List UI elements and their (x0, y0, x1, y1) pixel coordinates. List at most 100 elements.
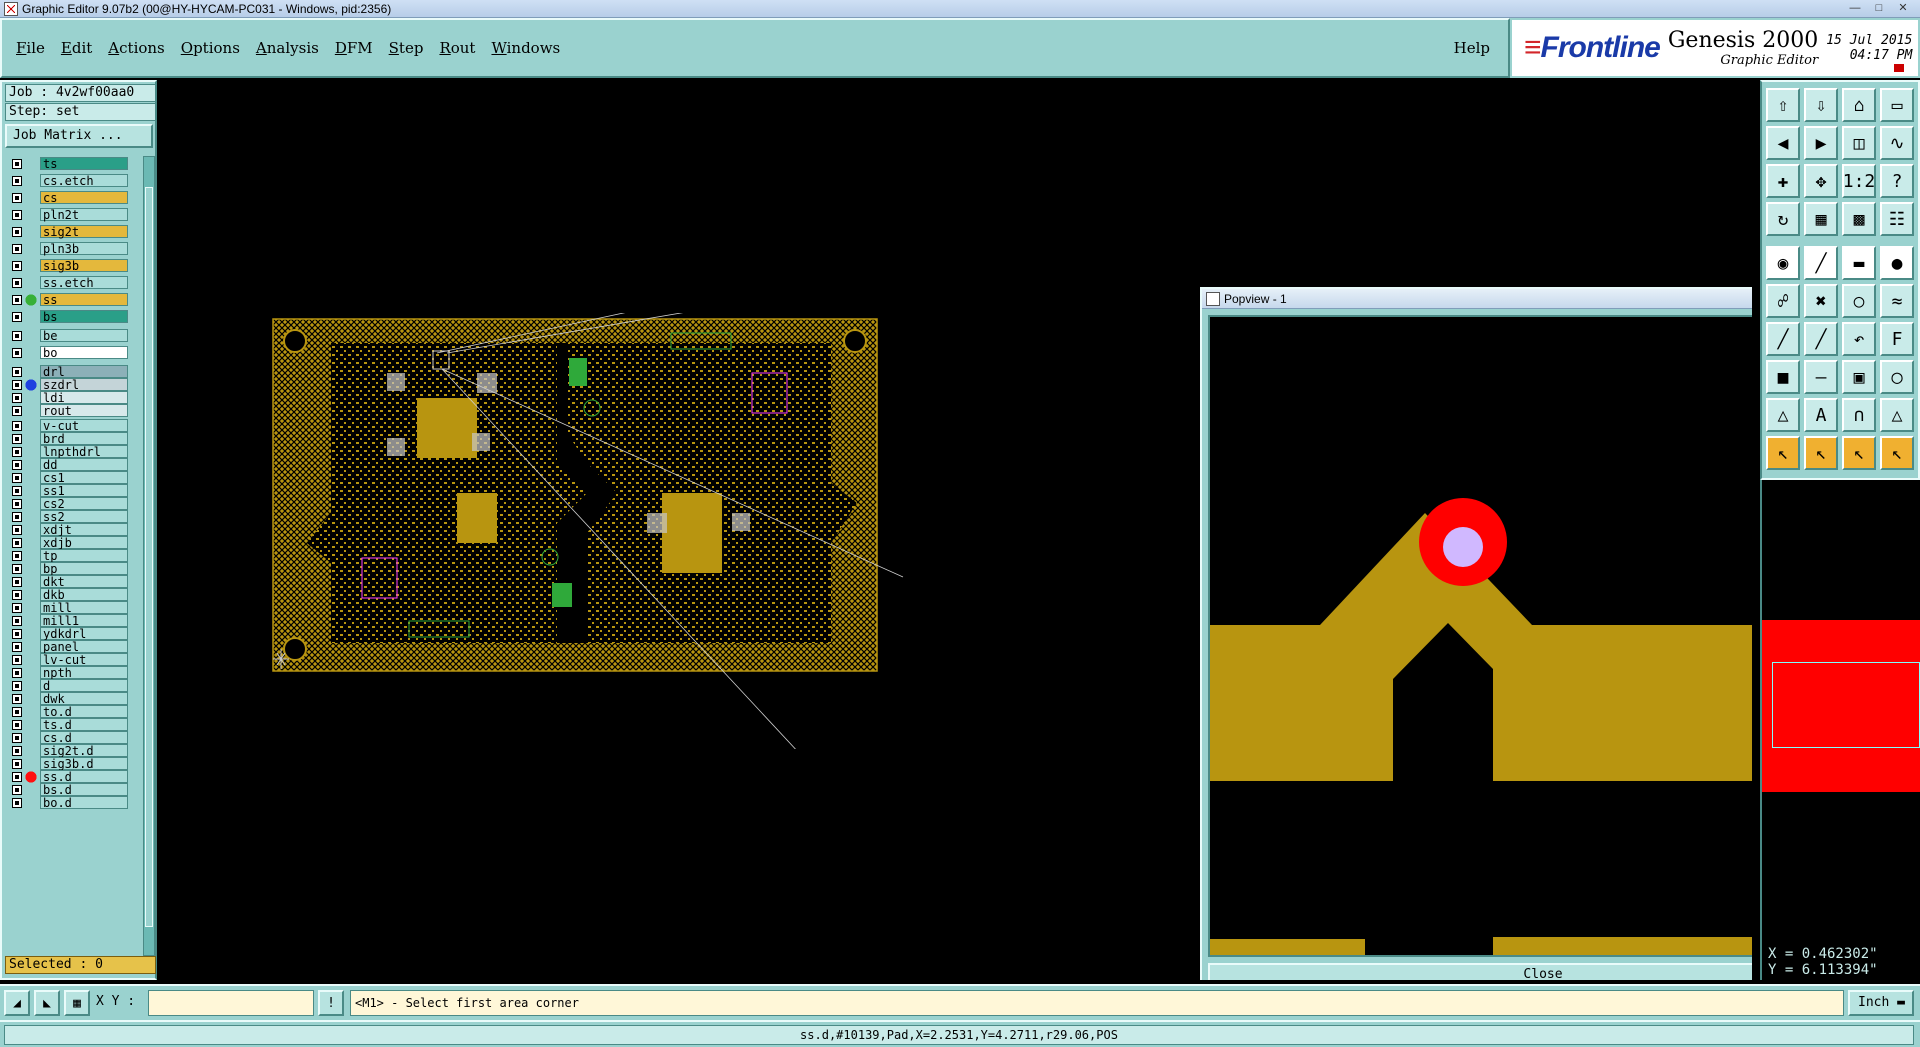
maximize-icon[interactable]: □ (1868, 2, 1890, 16)
menu-edit[interactable]: Edit (61, 39, 92, 57)
layer-checkbox[interactable] (12, 745, 22, 756)
layer-name[interactable]: ts (40, 157, 128, 170)
xy-input[interactable] (148, 990, 314, 1016)
measure-mode-icon[interactable]: ◣ (34, 990, 60, 1016)
pointer-grid-icon[interactable]: ↖ (1880, 436, 1914, 470)
layer-checkbox[interactable] (12, 667, 22, 678)
pad-attr-icon[interactable]: ■ (1766, 360, 1800, 394)
menu-step[interactable]: Step (389, 39, 424, 57)
layer-checkbox[interactable] (12, 433, 22, 444)
layer-name[interactable]: cs.etch (40, 174, 128, 187)
layer-checkbox[interactable] (12, 602, 22, 613)
pointer-rot-icon[interactable]: ↖ (1842, 436, 1876, 470)
layer-name[interactable]: ss (40, 293, 128, 306)
graphic-canvas[interactable]: Popview - 1 ✕ ▣ ▲ ▼ ◀ ▶ ✚ (157, 80, 1752, 980)
close-icon[interactable]: ✕ (1892, 2, 1914, 16)
array-icon[interactable]: ◯ (1880, 360, 1914, 394)
layer-name[interactable]: bs (40, 310, 128, 323)
pointer-box-icon[interactable]: ↖ (1804, 436, 1838, 470)
layer-checkbox[interactable] (12, 392, 22, 403)
line-dash-icon[interactable]: — (1804, 360, 1838, 394)
zoom-center-icon[interactable]: ✥ (1804, 164, 1838, 198)
layer-checkbox[interactable] (12, 706, 22, 717)
layer-checkbox[interactable] (12, 175, 22, 186)
layer-row[interactable]: sig3b (5, 258, 141, 273)
snap-icon[interactable]: ∿ (1880, 126, 1914, 160)
layer-checkbox[interactable] (12, 524, 22, 535)
layer-checkbox[interactable] (12, 537, 22, 548)
text-tool-icon[interactable]: F (1880, 322, 1914, 356)
layer-checkbox[interactable] (12, 784, 22, 795)
unit-selector[interactable]: Inch ▬ (1848, 990, 1914, 1016)
load-layer-icon[interactable]: ⇧ (1766, 88, 1800, 122)
menu-file[interactable]: File (16, 39, 45, 57)
layer-checkbox[interactable] (12, 311, 22, 322)
overview-viewport-frame[interactable] (1772, 662, 1920, 748)
layer-row[interactable]: cs (5, 190, 141, 205)
pan-right-icon[interactable]: ▶ (1804, 126, 1838, 160)
layer-checkbox[interactable] (12, 347, 22, 358)
layer-checkbox[interactable] (12, 654, 22, 665)
layer-checkbox[interactable] (12, 628, 22, 639)
save-layer-icon[interactable]: ⇩ (1804, 88, 1838, 122)
layer-name[interactable]: pln3b (40, 242, 128, 255)
pointer-icon[interactable]: ↖ (1766, 436, 1800, 470)
layer-name[interactable]: sig2t (40, 225, 128, 238)
layer-name[interactable]: pln2t (40, 208, 128, 221)
layer-name[interactable]: bo (40, 346, 128, 359)
layer-checkbox[interactable] (12, 243, 22, 254)
job-matrix-button[interactable]: Job Matrix ... (5, 124, 153, 148)
layer-name[interactable]: be (40, 329, 128, 342)
snap-grid-icon[interactable]: ▩ (1842, 202, 1876, 236)
layer-checkbox[interactable] (12, 405, 22, 416)
overview-pane[interactable] (1760, 480, 1920, 940)
layer-row[interactable]: pln2t (5, 207, 141, 222)
slope-icon[interactable]: ╱ (1766, 322, 1800, 356)
cut-icon[interactable]: ✖ (1804, 284, 1838, 318)
pan-left-icon[interactable]: ◀ (1766, 126, 1800, 160)
popview-close-button[interactable]: Close (1208, 963, 1752, 980)
menu-dfm[interactable]: DFM (335, 39, 373, 57)
layer-row[interactable]: sig2t (5, 224, 141, 239)
layer-list-scrollbar[interactable] (143, 156, 155, 956)
layer-row[interactable]: bs (5, 309, 141, 324)
menu-actions[interactable]: Actions (108, 39, 164, 57)
menu-rout[interactable]: Rout (439, 39, 475, 57)
layer-checkbox[interactable] (12, 366, 22, 377)
layer-row[interactable]: cs.etch (5, 173, 141, 188)
scale-ratio-icon[interactable]: 1:2 (1842, 164, 1876, 198)
layer-checkbox[interactable] (12, 719, 22, 730)
layer-checkbox[interactable] (12, 576, 22, 587)
net-icon[interactable]: ≈ (1880, 284, 1914, 318)
select-mode-icon[interactable]: ◢ (4, 990, 30, 1016)
layer-checkbox[interactable] (12, 498, 22, 509)
home-view-icon[interactable]: ⌂ (1842, 88, 1876, 122)
fit-view-icon[interactable]: ▭ (1880, 88, 1914, 122)
layer-name[interactable]: bo.d (40, 796, 128, 809)
layer-checkbox[interactable] (12, 693, 22, 704)
layer-row[interactable]: bo (5, 345, 141, 360)
query-icon[interactable]: ? (1880, 164, 1914, 198)
layer-row[interactable]: ts (5, 156, 141, 171)
layer-checkbox[interactable] (12, 420, 22, 431)
redraw-icon[interactable]: ↻ (1766, 202, 1800, 236)
layer-row[interactable]: ss.etch (5, 275, 141, 290)
layer-row[interactable]: rout (5, 403, 141, 418)
popview-canvas[interactable] (1208, 315, 1752, 957)
message-alert-icon[interactable]: ! (318, 990, 344, 1016)
triangle-icon[interactable]: △ (1766, 398, 1800, 432)
tri-edit-icon[interactable]: △ (1880, 398, 1914, 432)
layer-checkbox[interactable] (12, 379, 22, 390)
scrollbar-thumb[interactable] (145, 187, 153, 927)
layer-checkbox[interactable] (12, 294, 22, 305)
menu-windows[interactable]: Windows (491, 39, 560, 57)
layer-checkbox[interactable] (12, 446, 22, 457)
layer-checkbox[interactable] (12, 615, 22, 626)
layer-checkbox[interactable] (12, 550, 22, 561)
layer-checkbox[interactable] (12, 209, 22, 220)
layer-stack-icon[interactable]: ☷ (1880, 202, 1914, 236)
layer-checkbox[interactable] (12, 485, 22, 496)
layer-checkbox[interactable] (12, 771, 22, 782)
connect-icon[interactable]: ☍ (1766, 284, 1800, 318)
layer-checkbox[interactable] (12, 472, 22, 483)
